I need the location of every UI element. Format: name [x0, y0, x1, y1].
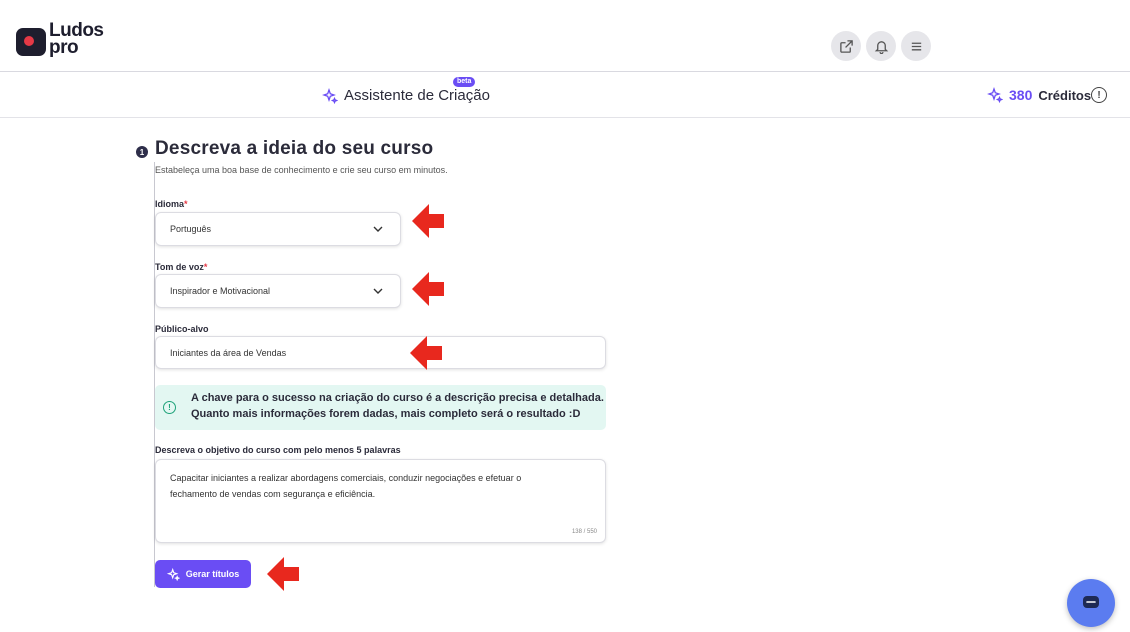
generate-titles-button[interactable]: Gerar títulos	[155, 560, 251, 588]
language-value: Português	[170, 224, 212, 234]
language-select[interactable]: Português	[155, 212, 401, 246]
menu-button[interactable]	[901, 31, 931, 61]
assistant-title: Assistente de Criação	[322, 87, 490, 104]
assistant-bar: Assistente de Criação beta 380 Créditos	[0, 72, 1130, 118]
chat-support-button[interactable]	[1067, 579, 1115, 627]
notifications-button[interactable]	[866, 31, 896, 61]
step-number-badge: 1	[136, 146, 148, 158]
tone-select[interactable]: Inspirador e Motivacional	[155, 274, 401, 308]
top-bar: Ludos pro	[0, 0, 1130, 72]
annotation-arrow	[410, 336, 442, 370]
assistant-label: Assistente de Criação	[344, 87, 490, 104]
info-icon: !	[163, 401, 176, 414]
objective-textarea[interactable]: Capacitar iniciantes a realizar abordage…	[155, 459, 606, 543]
sparkle-icon	[166, 567, 180, 581]
annotation-arrow	[267, 557, 299, 591]
page-subtitle: Estabeleça uma boa base de conhecimento …	[155, 165, 448, 175]
info-notice: ! A chave para o sucesso na criação do c…	[155, 385, 606, 430]
objective-label: Descreva o objetivo do curso com pelo me…	[155, 445, 401, 455]
external-link-button[interactable]	[831, 31, 861, 61]
language-label: Idioma*	[155, 199, 188, 209]
bell-icon	[874, 40, 888, 54]
page-title: Descreva a ideia do seu curso	[155, 138, 434, 159]
notice-line1: A chave para o sucesso na criação do cur…	[191, 392, 604, 404]
generate-titles-label: Gerar títulos	[185, 569, 240, 579]
audience-value: Iniciantes da área de Vendas	[170, 347, 287, 358]
credits-display: 380 Créditos	[987, 87, 1091, 103]
sparkle-icon	[322, 87, 338, 104]
annotation-arrow	[412, 272, 444, 306]
credits-info-icon[interactable]: !	[1091, 87, 1107, 103]
credits-value: 380	[1009, 87, 1033, 103]
chevron-down-icon	[373, 288, 383, 294]
credits-label: Créditos	[1038, 87, 1092, 103]
logo-mark	[16, 28, 46, 56]
external-link-icon	[839, 39, 853, 53]
chat-icon	[1083, 596, 1099, 608]
annotation-arrow	[412, 204, 444, 238]
logo-text: Ludos pro	[49, 21, 104, 58]
audience-input[interactable]: Iniciantes da área de Vendas	[155, 336, 606, 369]
tone-label: Tom de voz*	[155, 262, 208, 272]
audience-label: Público-alvo	[155, 324, 209, 334]
character-counter: 138 / 550	[571, 529, 597, 535]
chevron-down-icon	[373, 226, 383, 232]
tone-value: Inspirador e Motivacional	[170, 286, 271, 296]
sparkle-icon	[987, 87, 1003, 103]
menu-icon	[911, 42, 921, 50]
logo-line2: pro	[49, 37, 79, 58]
objective-text: Capacitar iniciantes a realizar abordage…	[170, 473, 522, 499]
notice-line2: Quanto mais informações forem dadas, mai…	[191, 408, 581, 420]
logo[interactable]: Ludos pro	[16, 21, 112, 62]
beta-badge: beta	[453, 77, 476, 87]
